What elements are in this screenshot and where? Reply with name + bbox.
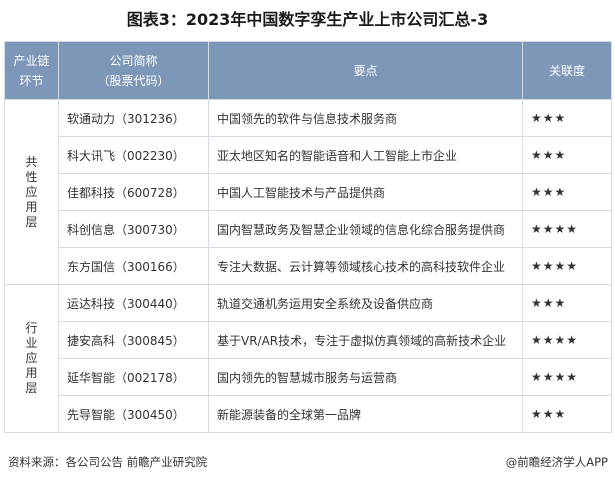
company-cell: 延华智能（002178） — [58, 358, 209, 396]
point-cell: 基于VR/AR技术，专注于虚拟仿真领域的高新技术企业 — [208, 321, 523, 359]
company-table: 产业链 环节 公司简称 （股票代码） 要点 关联度 共性应用层 软通动力（3012… — [4, 41, 612, 433]
point-cell: 国内领先的智慧城市服务与运营商 — [208, 358, 523, 396]
relevance-cell: ★★★★ — [522, 321, 612, 359]
table-row: 延华智能（002178） 国内领先的智慧城市服务与运营商 ★★★★ — [5, 358, 612, 396]
table-row: 捷安高科（300845） 基于VR/AR技术，专注于虚拟仿真领域的高新技术企业 ★★… — [5, 321, 612, 359]
point-cell: 中国领先的软件与信息技术服务商 — [208, 99, 523, 137]
header-company-line2: （股票代码） — [97, 73, 170, 88]
relevance-cell: ★★★ — [522, 136, 612, 174]
relevance-cell: ★★★ — [522, 395, 612, 433]
point-cell: 新能源装备的全球第一品牌 — [208, 395, 523, 433]
segment-cell: 行业应用层 — [4, 284, 59, 433]
relevance-cell: ★★★★ — [522, 247, 612, 285]
header-segment-line2: 环节 — [19, 73, 44, 88]
header-segment: 产业链 环节 — [4, 41, 59, 100]
header-segment-line1: 产业链 — [13, 53, 50, 68]
company-cell: 运达科技（300440） — [58, 284, 209, 322]
table-row: 科大讯飞（002230） 亚太地区知名的智能语音和人工智能上市企业 ★★★ — [5, 136, 612, 174]
point-cell: 轨道交通机务运用安全系统及设备供应商 — [208, 284, 523, 322]
header-company: 公司简称 （股票代码） — [58, 41, 209, 100]
table-header-row: 产业链 环节 公司简称 （股票代码） 要点 关联度 — [4, 41, 612, 100]
table-row: 行业应用层 运达科技（300440） 轨道交通机务运用安全系统及设备供应商 ★★★ — [4, 284, 612, 433]
header-company-line1: 公司简称 — [109, 53, 158, 68]
table-row: 先导智能（300450） 新能源装备的全球第一品牌 ★★★ — [5, 395, 612, 433]
relevance-cell: ★★★ — [522, 173, 612, 211]
segment-label: 共性应用层 — [25, 154, 38, 229]
company-cell: 软通动力（301236） — [58, 99, 209, 137]
footer: 资料来源：各公司公告 前瞻产业研究院 @前瞻经济学人APP — [8, 452, 608, 472]
company-cell: 东方国信（300166） — [58, 247, 209, 285]
credit-note: @前瞻经济学人APP — [505, 455, 608, 469]
header-relevance: 关联度 — [522, 41, 612, 100]
company-cell: 先导智能（300450） — [58, 395, 209, 433]
page-title: 图表3：2023年中国数字孪生产业上市公司汇总-3 — [126, 10, 489, 29]
point-cell: 中国人工智能技术与产品提供商 — [208, 173, 523, 211]
segment-label: 行业应用层 — [25, 321, 38, 395]
point-cell: 亚太地区知名的智能语音和人工智能上市企业 — [208, 136, 523, 174]
company-cell: 捷安高科（300845） — [58, 321, 209, 359]
table-row: 佳都科技（600728） 中国人工智能技术与产品提供商 ★★★ — [5, 173, 612, 211]
relevance-cell: ★★★ — [522, 99, 612, 137]
table-row: 共性应用层 软通动力（301236） 中国领先的软件与信息技术服务商 ★★★ — [4, 99, 612, 285]
company-cell: 科创信息（300730） — [58, 210, 209, 248]
segment-cell: 共性应用层 — [4, 99, 59, 285]
source-note: 资料来源：各公司公告 前瞻产业研究院 — [8, 455, 208, 469]
point-cell: 国内智慧政务及智慧企业领域的信息化综合服务提供商 — [208, 210, 523, 248]
point-cell: 专注大数据、云计算等领域核心技术的高科技软件企业 — [208, 247, 523, 285]
relevance-cell: ★★★ — [522, 284, 612, 322]
table-row: 科创信息（300730） 国内智慧政务及智慧企业领域的信息化综合服务提供商 ★★★★ — [5, 210, 612, 248]
relevance-cell: ★★★★ — [522, 210, 612, 248]
header-points: 要点 — [208, 41, 523, 100]
table-row: 东方国信（300166） 专注大数据、云计算等领域核心技术的高科技软件企业 ★★★★ — [5, 247, 612, 285]
company-cell: 科大讯飞（002230） — [58, 136, 209, 174]
company-cell: 佳都科技（600728） — [58, 173, 209, 211]
relevance-cell: ★★★★ — [522, 358, 612, 396]
